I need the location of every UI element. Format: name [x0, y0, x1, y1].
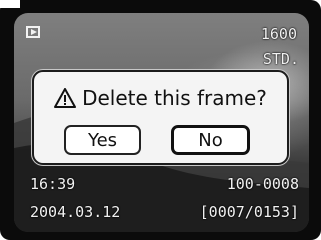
camera-lcd-bezel: 1600 STD. 16:39 100-0008 2004.03.12 [000… [0, 0, 321, 240]
no-button-label: No [198, 129, 223, 151]
dialog-message-row: Delete this frame? [34, 86, 287, 110]
warning-icon [54, 88, 77, 108]
date-readout: 2004.03.12 [30, 203, 121, 221]
bezel-corner [0, 0, 20, 8]
delete-confirm-dialog: Delete this frame? Yes No [32, 70, 289, 165]
dialog-message: Delete this frame? [82, 86, 267, 110]
yes-button-label: Yes [87, 129, 118, 151]
playback-mode-icon [26, 26, 40, 38]
yes-button[interactable]: Yes [64, 125, 141, 155]
quality-readout: STD. [262, 50, 299, 68]
frame-counter: [0007/0153] [199, 203, 299, 221]
lcd-screen: 1600 STD. 16:39 100-0008 2004.03.12 [000… [14, 13, 309, 232]
iso-readout: 1600 [260, 25, 297, 43]
time-readout: 16:39 [30, 175, 76, 193]
file-number-readout: 100-0008 [226, 175, 299, 193]
no-button[interactable]: No [171, 125, 250, 155]
